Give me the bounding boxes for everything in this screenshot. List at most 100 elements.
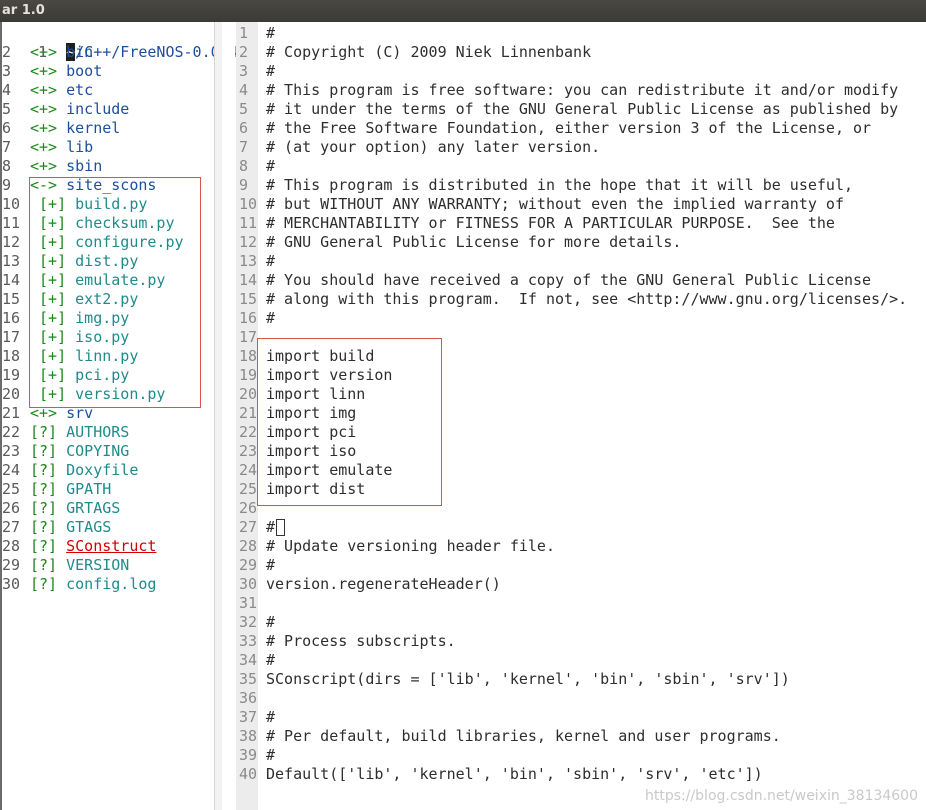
code-line[interactable]: 9 # This program is distributed in the ho… [236, 176, 926, 195]
code-text[interactable]: # [266, 252, 275, 271]
code-line[interactable]: 34 # [236, 651, 926, 670]
tree-file-name[interactable]: checksum.py [75, 214, 174, 232]
tree-entry-sconstruct[interactable]: 28 [?] SConstruct [2, 537, 214, 556]
tree-file-name[interactable]: GTAGS [66, 518, 111, 536]
tree-file-name[interactable]: SConstruct [66, 537, 156, 555]
code-line[interactable]: 16 # [236, 309, 926, 328]
code-text[interactable]: # [266, 556, 275, 575]
tree-file-name[interactable]: GRTAGS [66, 499, 120, 517]
tree-node-marker[interactable]: [?] [30, 537, 57, 555]
tree-file-name[interactable]: linn.py [75, 347, 138, 365]
tree-entry-build-py[interactable]: 10 [+] build.py [2, 195, 214, 214]
tree-file-name[interactable]: build.py [75, 195, 147, 213]
code-line[interactable]: 10 # but WITHOUT ANY WARRANTY; without ev… [236, 195, 926, 214]
code-line[interactable]: 33 # Process subscripts. [236, 632, 926, 651]
code-line[interactable]: 3 # [236, 62, 926, 81]
tree-file-name[interactable]: version.py [75, 385, 165, 403]
tree-entry-config-log[interactable]: 30 [?] config.log [2, 575, 214, 594]
tree-node-marker[interactable]: [?] [30, 518, 57, 536]
code-text[interactable]: # [266, 708, 275, 727]
tree-entry-configure-py[interactable]: 12 [+] configure.py [2, 233, 214, 252]
tree-entry-copying[interactable]: 23 [?] COPYING [2, 442, 214, 461]
tree-entry-authors[interactable]: 22 [?] AUTHORS [2, 423, 214, 442]
tree-node-marker[interactable]: [+] [39, 385, 66, 403]
tree-file-name[interactable]: VERSION [66, 556, 129, 574]
code-line[interactable]: 8 # [236, 157, 926, 176]
code-text[interactable]: # [266, 62, 275, 81]
code-line[interactable]: 4 # This program is free software: you ca… [236, 81, 926, 100]
tree-file-name[interactable]: pci.py [75, 366, 129, 384]
code-text[interactable]: # This program is distributed in the hop… [266, 176, 853, 195]
code-line[interactable]: 6 # the Free Software Foundation, either … [236, 119, 926, 138]
code-text[interactable]: # the Free Software Foundation, either v… [266, 119, 871, 138]
code-line[interactable]: 20 import linn [236, 385, 926, 404]
tree-node-marker[interactable]: <+> [30, 43, 57, 61]
code-text[interactable]: # [266, 613, 275, 632]
tree-entry-site-scons[interactable]: 9 <-> site_scons [2, 176, 214, 195]
code-line[interactable]: 40 Default(['lib', 'kernel', 'bin', 'sbin… [236, 765, 926, 784]
code-text[interactable]: # [266, 157, 275, 176]
code-line[interactable]: 31 [236, 594, 926, 613]
tree-file-name[interactable]: COPYING [66, 442, 129, 460]
code-line[interactable]: 36 [236, 689, 926, 708]
code-text[interactable]: import emulate [266, 461, 392, 480]
tree-node-marker[interactable]: [+] [39, 366, 66, 384]
tree-entry-lib[interactable]: 7 <+> lib [2, 138, 214, 157]
code-text[interactable]: # [266, 24, 275, 43]
tree-file-name[interactable]: configure.py [75, 233, 183, 251]
code-text[interactable]: import version [266, 366, 392, 385]
tree-node-marker[interactable]: [?] [30, 423, 57, 441]
tree-node-marker[interactable]: <+> [30, 157, 57, 175]
code-text[interactable]: import dist [266, 480, 365, 499]
tree-dir-name[interactable]: site_scons [66, 176, 156, 194]
tree-dir-name[interactable]: kernel [66, 119, 120, 137]
tree-entry-srv[interactable]: 21 <+> srv [2, 404, 214, 423]
tree-dir-name[interactable]: sbin [66, 157, 102, 175]
tree-dir-name[interactable]: include [66, 100, 129, 118]
tree-dir-name[interactable]: srv [66, 404, 93, 422]
tree-entry-include[interactable]: 5 <+> include [2, 100, 214, 119]
tree-node-marker[interactable]: [?] [30, 461, 57, 479]
tree-entry-etc[interactable]: 4 <+> etc [2, 81, 214, 100]
code-text[interactable]: import pci [266, 423, 356, 442]
code-text[interactable]: # You should have received a copy of the… [266, 271, 871, 290]
code-text[interactable]: # Copyright (C) 2009 Niek Linnenbank [266, 43, 591, 62]
tree-entry-kernel[interactable]: 6 <+> kernel [2, 119, 214, 138]
code-line[interactable]: 37 # [236, 708, 926, 727]
tree-node-marker[interactable]: <+> [30, 81, 57, 99]
tree-node-marker[interactable]: [?] [30, 442, 57, 460]
code-text[interactable]: # it under the terms of the GNU General … [266, 100, 898, 119]
tree-dir-name[interactable]: lib [66, 138, 93, 156]
code-line[interactable]: 39 # [236, 746, 926, 765]
tree-root-line[interactable]: 1 ~/C++/FreeNOS-0.0.4/ [2, 24, 247, 61]
code-line[interactable]: 25 import dist [236, 480, 926, 499]
tree-file-name[interactable]: config.log [66, 575, 156, 593]
tree-entry-emulate-py[interactable]: 14 [+] emulate.py [2, 271, 214, 290]
tree-node-marker[interactable]: [+] [39, 347, 66, 365]
tree-entry-pci-py[interactable]: 19 [+] pci.py [2, 366, 214, 385]
tree-node-marker[interactable]: [+] [39, 290, 66, 308]
code-text[interactable]: import iso [266, 442, 356, 461]
code-line[interactable]: 12 # GNU General Public License for more … [236, 233, 926, 252]
tree-entry-checksum-py[interactable]: 11 [+] checksum.py [2, 214, 214, 233]
tree-node-marker[interactable]: [?] [30, 480, 57, 498]
tree-dir-name[interactable]: boot [66, 62, 102, 80]
code-line[interactable]: 11 # MERCHANTABILITY or FITNESS FOR A PAR… [236, 214, 926, 233]
code-text[interactable]: import linn [266, 385, 365, 404]
code-line[interactable]: 15 # along with this program. If not, see… [236, 290, 926, 309]
code-line[interactable]: 28 # Update versioning header file. [236, 537, 926, 556]
code-text[interactable]: # MERCHANTABILITY or FITNESS FOR A PARTI… [266, 214, 835, 233]
code-line[interactable]: 5 # it under the terms of the GNU General… [236, 100, 926, 119]
code-line[interactable]: 17 [236, 328, 926, 347]
code-text[interactable]: Default(['lib', 'kernel', 'bin', 'sbin',… [266, 765, 763, 784]
code-text[interactable]: # This program is free software: you can… [266, 81, 898, 100]
code-text[interactable]: # along with this program. If not, see <… [266, 290, 907, 309]
tree-node-marker[interactable]: <+> [30, 62, 57, 80]
tree-entry-grtags[interactable]: 26 [?] GRTAGS [2, 499, 214, 518]
code-line[interactable]: 13 # [236, 252, 926, 271]
code-text[interactable]: # [266, 309, 275, 328]
tree-entry-bin[interactable]: 2 <+> bin [2, 43, 214, 62]
code-text[interactable]: # GNU General Public License for more de… [266, 233, 681, 252]
code-line[interactable]: 2 # Copyright (C) 2009 Niek Linnenbank [236, 43, 926, 62]
tree-entry-iso-py[interactable]: 17 [+] iso.py [2, 328, 214, 347]
